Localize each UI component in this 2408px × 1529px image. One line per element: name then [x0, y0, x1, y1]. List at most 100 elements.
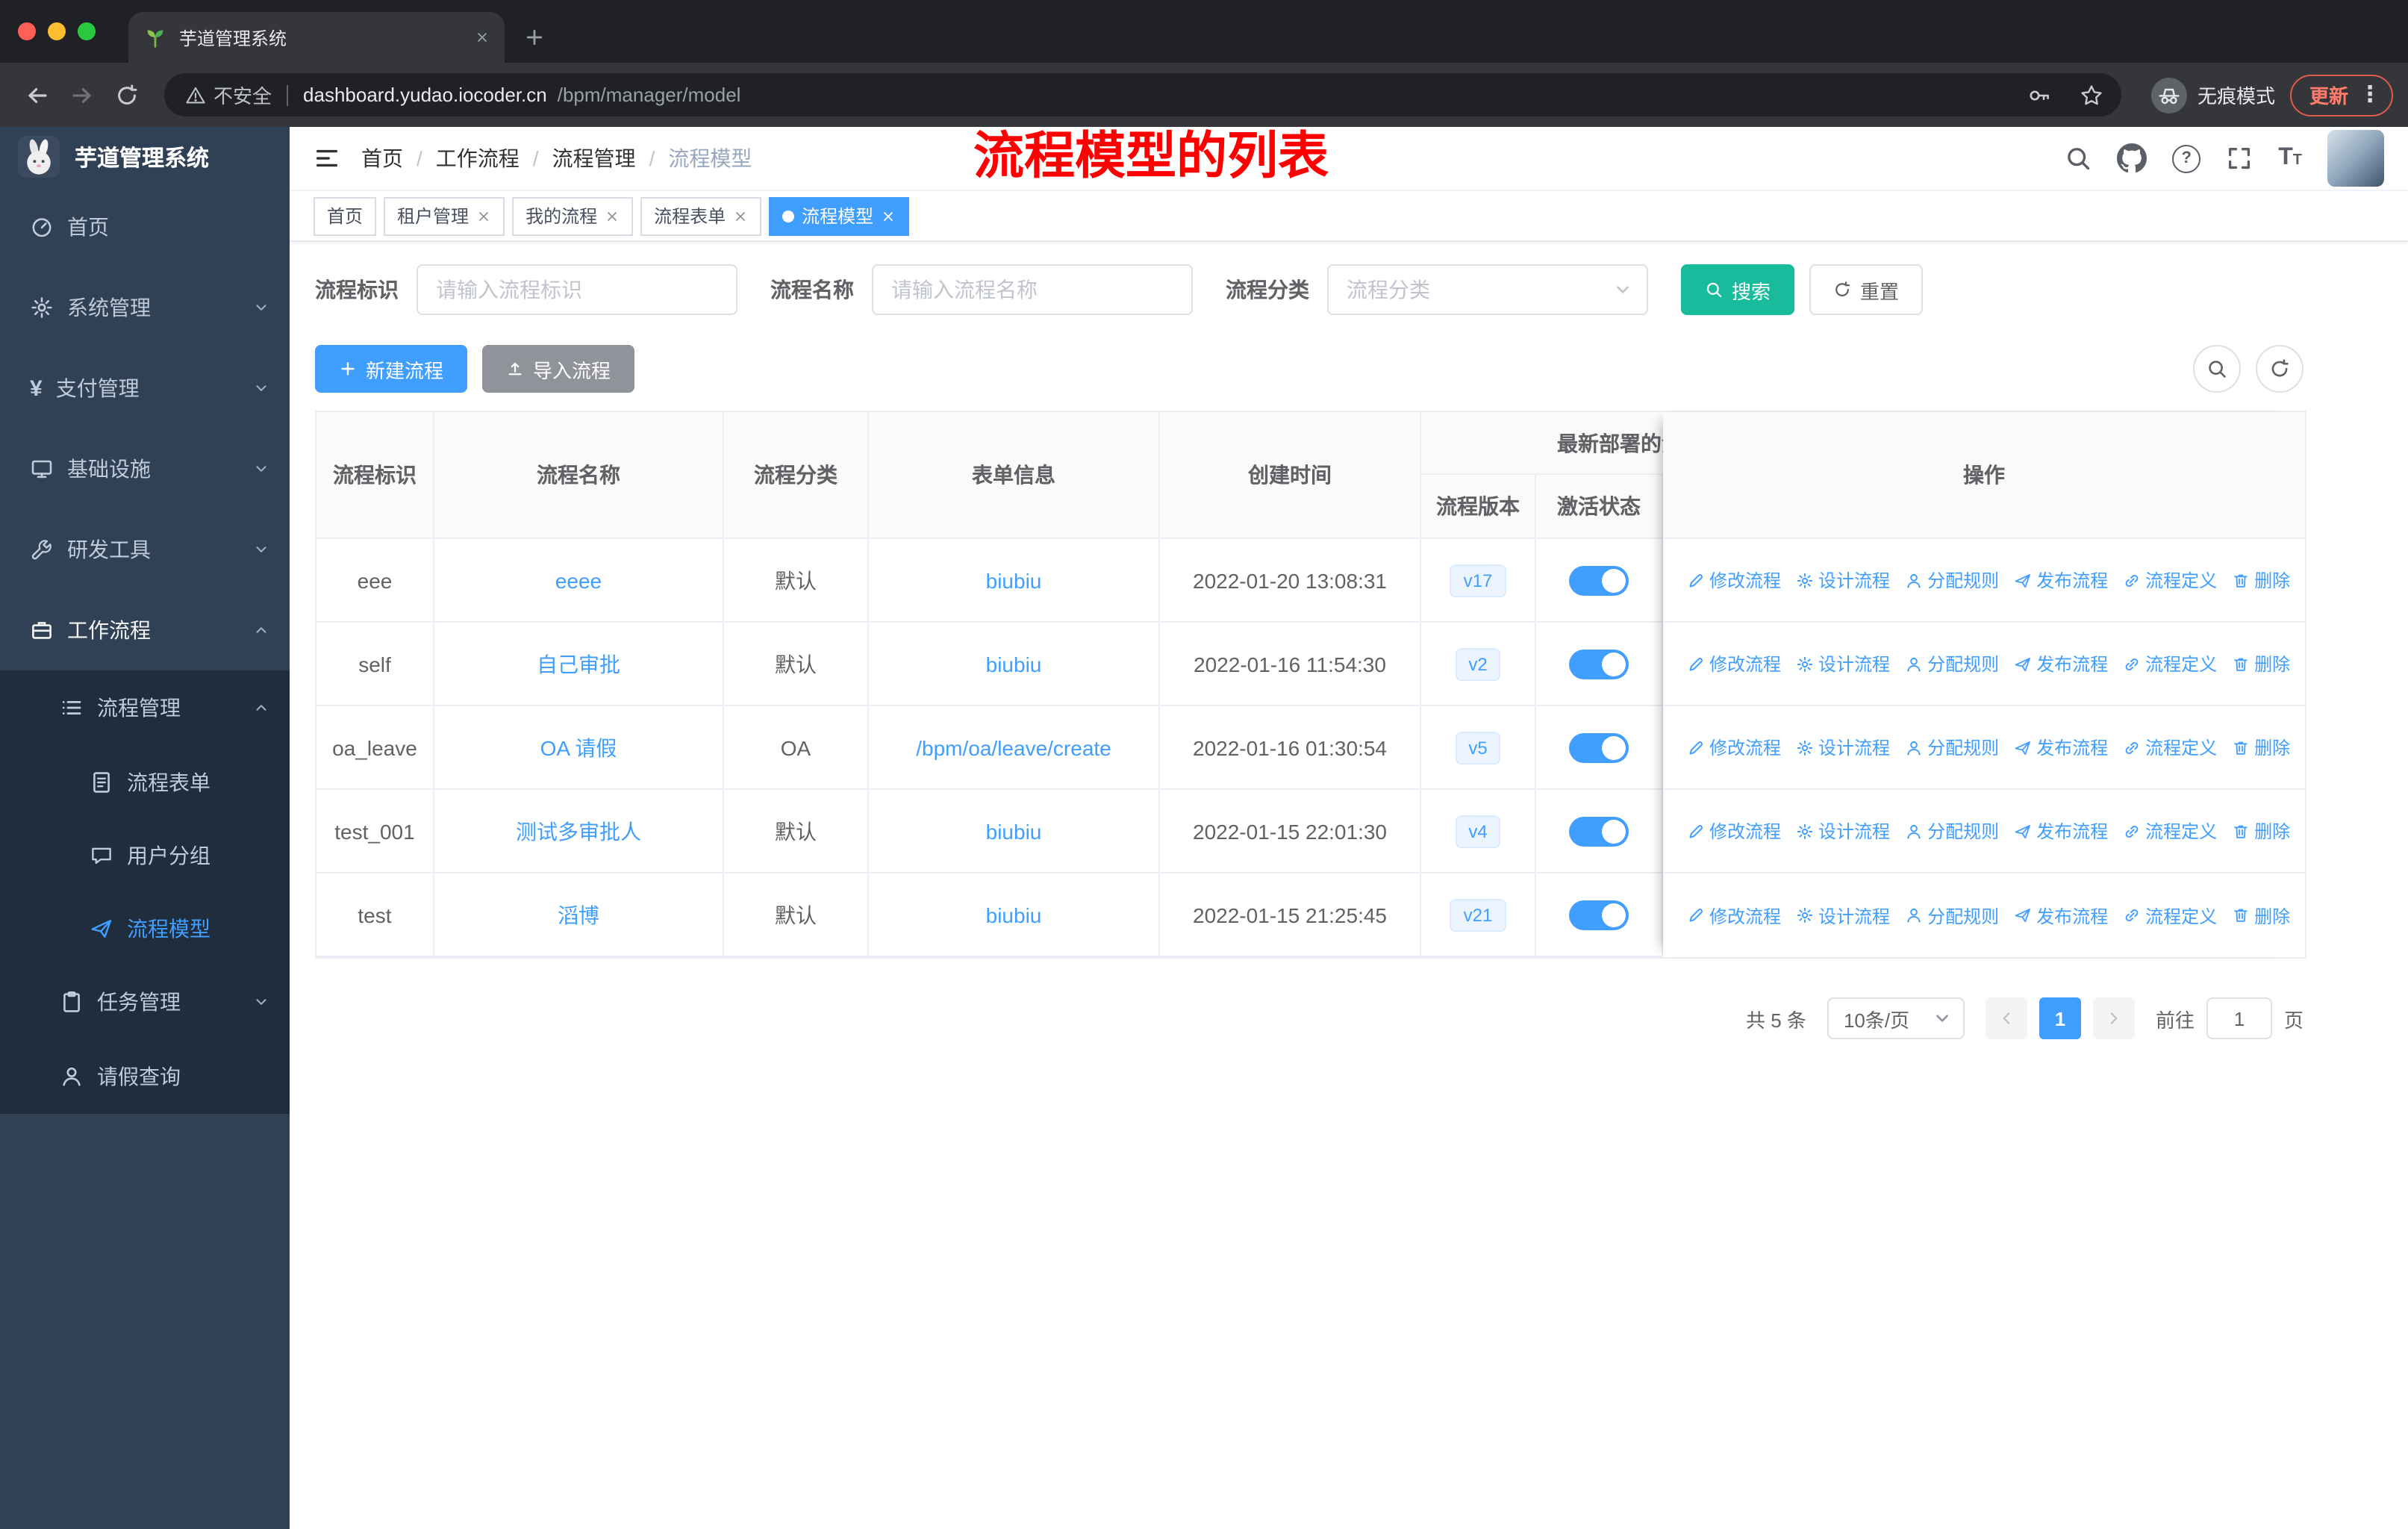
assign-rule-action[interactable]: 分配规则: [1905, 818, 1999, 844]
sidebar-item-payment[interactable]: 支付管理: [0, 348, 290, 429]
edit-model-action[interactable]: 修改流程: [1687, 903, 1781, 928]
sidebar-item-process-form[interactable]: 流程表单: [0, 745, 290, 818]
form-link[interactable]: biubiu: [986, 819, 1042, 843]
fullscreen-icon[interactable]: [2226, 145, 2253, 172]
active-toggle[interactable]: [1569, 732, 1629, 762]
help-icon[interactable]: [2172, 144, 2201, 172]
close-icon[interactable]: [476, 208, 491, 223]
delete-model-action[interactable]: 删除: [2232, 651, 2290, 676]
process-definition-action[interactable]: 流程定义: [2123, 567, 2217, 593]
tag-my-process[interactable]: 我的流程: [512, 196, 634, 235]
edit-model-action[interactable]: 修改流程: [1687, 735, 1781, 760]
back-button[interactable]: [15, 72, 60, 117]
search-button[interactable]: 搜索: [1681, 264, 1795, 315]
active-toggle[interactable]: [1569, 565, 1629, 595]
model-name-link[interactable]: eeee: [555, 568, 602, 592]
delete-model-action[interactable]: 删除: [2232, 735, 2290, 760]
tag-tenant-mgmt[interactable]: 租户管理: [384, 196, 505, 235]
process-definition-action[interactable]: 流程定义: [2123, 818, 2217, 844]
process-definition-action[interactable]: 流程定义: [2123, 651, 2217, 676]
assign-rule-action[interactable]: 分配规则: [1905, 903, 1999, 928]
font-size-icon[interactable]: [2278, 145, 2302, 172]
model-name-link[interactable]: OA 请假: [540, 732, 617, 762]
edit-model-action[interactable]: 修改流程: [1687, 818, 1781, 844]
sidebar-item-task-mgmt[interactable]: 任务管理: [0, 965, 290, 1039]
zoom-window-button[interactable]: [78, 22, 96, 40]
process-category-select[interactable]: 流程分类: [1327, 264, 1648, 315]
next-page-button[interactable]: [2092, 997, 2135, 1039]
edit-model-action[interactable]: 修改流程: [1687, 567, 1781, 593]
active-toggle[interactable]: [1569, 900, 1629, 929]
delete-model-action[interactable]: 删除: [2232, 903, 2290, 928]
publish-model-action[interactable]: 发布流程: [2014, 651, 2108, 676]
publish-model-action[interactable]: 发布流程: [2014, 735, 2108, 760]
new-tab-button[interactable]: [514, 16, 555, 58]
minimize-window-button[interactable]: [48, 22, 66, 40]
sidebar-item-home[interactable]: 首页: [0, 187, 290, 267]
sidebar-item-process-mgmt[interactable]: 流程管理: [0, 670, 290, 745]
bookmark-star-icon[interactable]: [2071, 74, 2112, 116]
assign-rule-action[interactable]: 分配规则: [1905, 651, 1999, 676]
goto-page-input[interactable]: [2206, 997, 2272, 1039]
address-bar[interactable]: 不安全 dashboard.yudao.iocoder.cn/bpm/manag…: [164, 73, 2121, 116]
browser-update-button[interactable]: 更新: [2289, 74, 2393, 116]
github-icon[interactable]: [2117, 143, 2147, 173]
sidebar-item-devtools[interactable]: 研发工具: [0, 509, 290, 590]
tag-home[interactable]: 首页: [314, 196, 377, 235]
sidebar-item-infra[interactable]: 基础设施: [0, 429, 290, 509]
password-key-icon[interactable]: [2018, 74, 2060, 116]
edit-model-action[interactable]: 修改流程: [1687, 651, 1781, 676]
active-toggle[interactable]: [1569, 816, 1629, 846]
sidebar-item-user-group[interactable]: 用户分组: [0, 818, 290, 891]
page-number-1[interactable]: 1: [2039, 997, 2081, 1039]
process-id-input[interactable]: [417, 264, 737, 315]
close-icon[interactable]: [733, 208, 748, 223]
site-security[interactable]: 不安全: [185, 81, 272, 109]
tag-process-form[interactable]: 流程表单: [640, 196, 762, 235]
process-name-input[interactable]: [872, 264, 1193, 315]
close-icon[interactable]: [605, 208, 620, 223]
design-model-action[interactable]: 设计流程: [1796, 818, 1890, 844]
publish-model-action[interactable]: 发布流程: [2014, 567, 2108, 593]
sidebar-fold-icon[interactable]: [314, 145, 340, 172]
form-link[interactable]: biubiu: [986, 652, 1042, 676]
import-process-button[interactable]: 导入流程: [482, 345, 635, 393]
page-size-select[interactable]: 10条/页: [1827, 997, 1965, 1039]
create-process-button[interactable]: 新建流程: [315, 345, 468, 393]
sidebar-item-leave-query[interactable]: 请假查询: [0, 1039, 290, 1114]
form-link[interactable]: /bpm/oa/leave/create: [916, 735, 1111, 759]
design-model-action[interactable]: 设计流程: [1796, 651, 1890, 676]
delete-model-action[interactable]: 删除: [2232, 567, 2290, 593]
design-model-action[interactable]: 设计流程: [1796, 567, 1890, 593]
toggle-search-button[interactable]: [2193, 345, 2241, 393]
reset-button[interactable]: 重置: [1809, 264, 1924, 315]
assign-rule-action[interactable]: 分配规则: [1905, 567, 1999, 593]
sidebar-item-process-model[interactable]: 流程模型: [0, 891, 290, 965]
browser-tab[interactable]: 芋道管理系统: [128, 12, 505, 63]
browser-menu-icon[interactable]: [2359, 84, 2381, 106]
sidebar-logo[interactable]: 芋道管理系统: [0, 127, 290, 187]
publish-model-action[interactable]: 发布流程: [2014, 903, 2108, 928]
model-name-link[interactable]: 滔博: [558, 900, 599, 929]
active-toggle[interactable]: [1569, 649, 1629, 679]
process-definition-action[interactable]: 流程定义: [2123, 735, 2217, 760]
sidebar-item-system[interactable]: 系统管理: [0, 267, 290, 348]
delete-model-action[interactable]: 删除: [2232, 818, 2290, 844]
breadcrumb-process-mgmt[interactable]: 流程管理: [520, 143, 636, 173]
model-name-link[interactable]: 测试多审批人: [516, 816, 641, 846]
user-avatar[interactable]: [2327, 130, 2384, 187]
tag-process-model[interactable]: 流程模型: [769, 196, 910, 235]
form-link[interactable]: biubiu: [986, 903, 1042, 927]
breadcrumb-workflow[interactable]: 工作流程: [403, 143, 520, 173]
design-model-action[interactable]: 设计流程: [1796, 735, 1890, 760]
reload-button[interactable]: [105, 72, 149, 117]
refresh-table-button[interactable]: [2256, 345, 2303, 393]
close-icon[interactable]: [881, 208, 896, 223]
prev-page-button[interactable]: [1985, 997, 2027, 1039]
close-window-button[interactable]: [18, 22, 36, 40]
design-model-action[interactable]: 设计流程: [1796, 903, 1890, 928]
tab-close-icon[interactable]: [475, 30, 490, 45]
forward-button[interactable]: [60, 72, 105, 117]
assign-rule-action[interactable]: 分配规则: [1905, 735, 1999, 760]
model-name-link[interactable]: 自己审批: [537, 649, 620, 679]
